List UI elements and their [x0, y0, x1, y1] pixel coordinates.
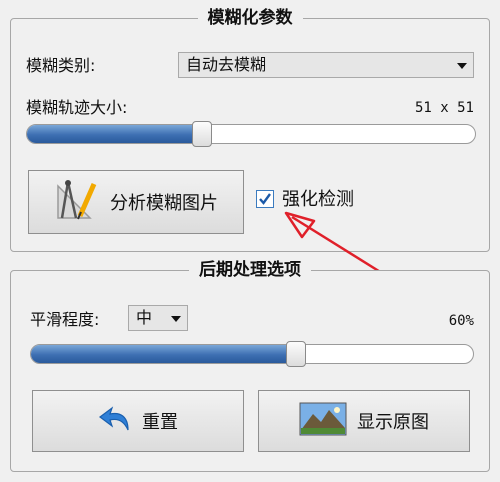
chevron-down-icon [457, 63, 467, 69]
blur-type-value: 自动去模糊 [186, 55, 267, 74]
reset-button[interactable]: 重置 [32, 390, 244, 452]
show-original-button[interactable]: 显示原图 [258, 390, 470, 452]
checkmark-icon [259, 193, 271, 205]
smooth-slider[interactable] [30, 344, 474, 364]
reset-label: 重置 [142, 412, 178, 433]
smooth-slider-thumb[interactable] [286, 341, 307, 367]
smooth-value: 中 [136, 308, 153, 327]
analyze-blur-button[interactable]: 分析模糊图片 [28, 170, 244, 234]
trail-size-value: 51 x 51 [414, 100, 474, 116]
trail-size-label: 模糊轨迹大小: [26, 98, 128, 117]
trail-size-slider-fill [27, 125, 203, 143]
drafting-tools-icon [54, 178, 100, 227]
smooth-percent: 60% [448, 313, 474, 329]
show-original-label: 显示原图 [357, 412, 429, 433]
smooth-select[interactable]: 中 [128, 305, 188, 331]
blur-type-select[interactable]: 自动去模糊 [178, 52, 474, 78]
post-process-title: 后期处理选项 [189, 260, 311, 280]
chevron-down-icon [171, 316, 181, 322]
blur-type-label: 模糊类别: [26, 56, 96, 75]
analyze-blur-label: 分析模糊图片 [110, 193, 218, 214]
smooth-label: 平滑程度: [30, 310, 100, 329]
smooth-slider-fill [31, 345, 298, 363]
enhance-checkbox[interactable] [256, 190, 274, 208]
undo-arrow-icon [98, 404, 132, 439]
landscape-photo-icon [299, 402, 347, 441]
trail-size-slider[interactable] [26, 124, 476, 144]
trail-size-slider-thumb[interactable] [191, 121, 212, 147]
blur-params-title: 模糊化参数 [197, 8, 303, 28]
